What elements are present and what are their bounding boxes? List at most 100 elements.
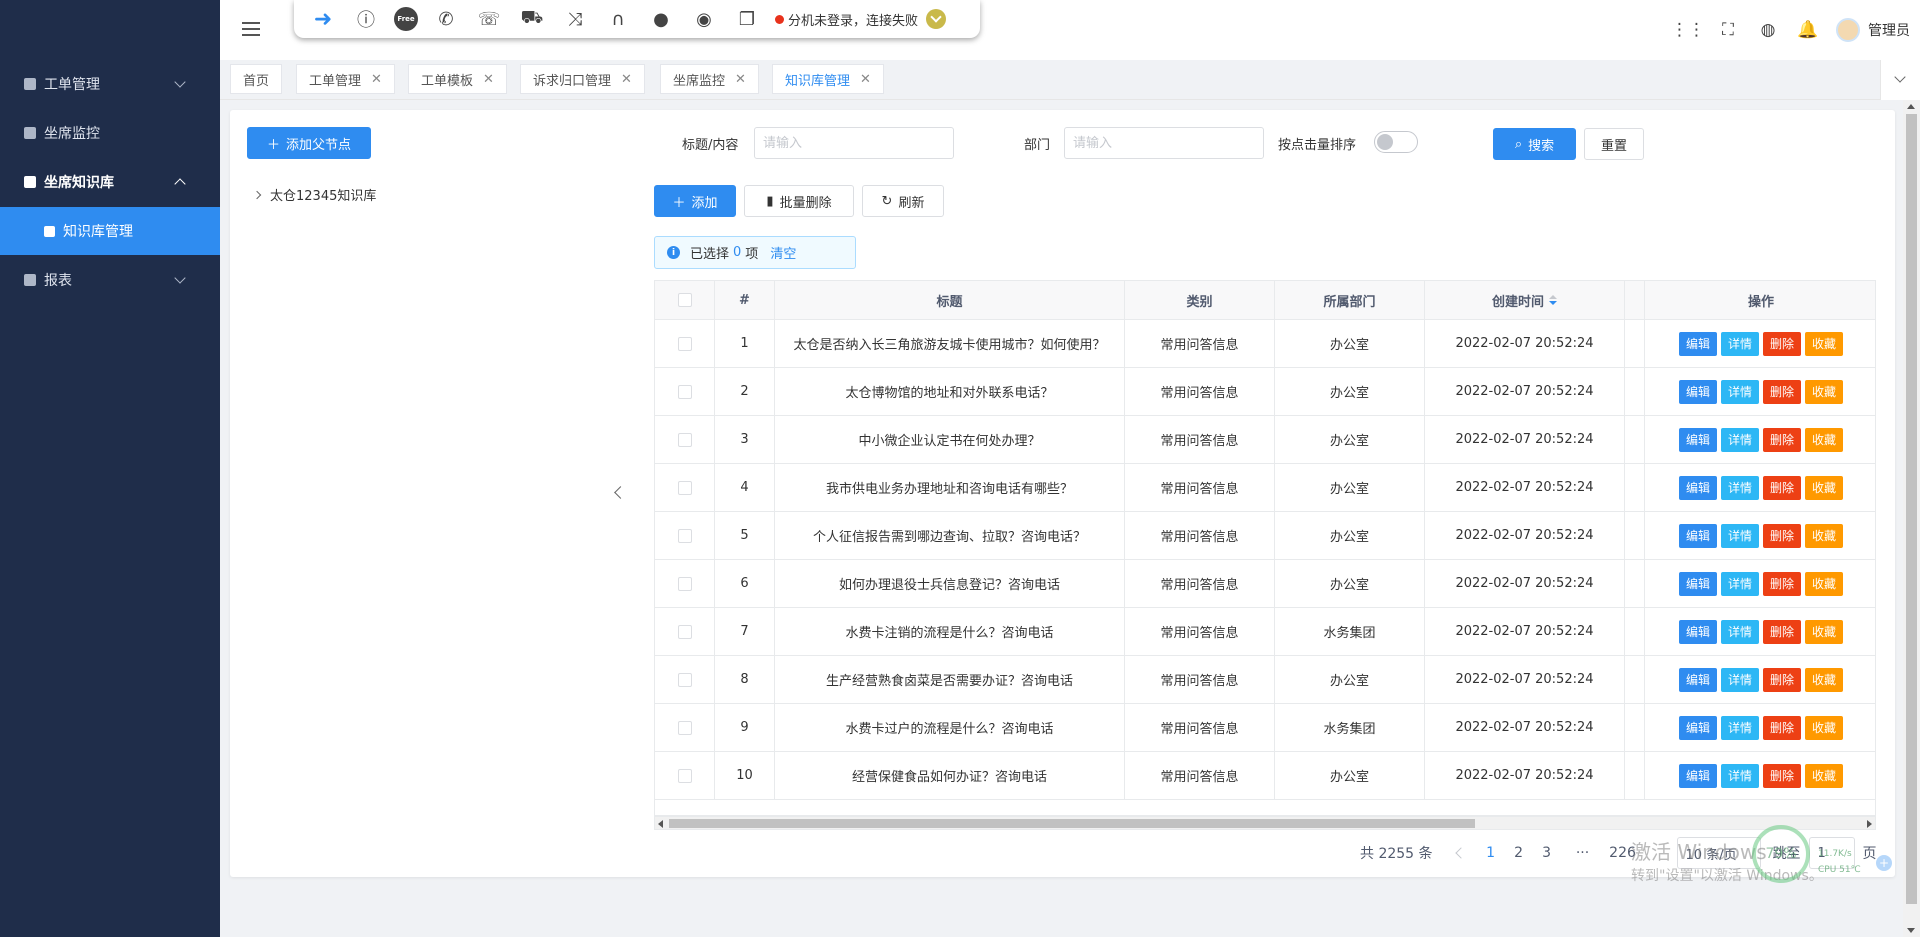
plus-icon[interactable]: + bbox=[1876, 855, 1892, 871]
detail-button[interactable]: 详情 bbox=[1720, 667, 1759, 692]
close-icon[interactable]: ✕ bbox=[621, 72, 632, 87]
edit-button[interactable]: 编辑 bbox=[1678, 523, 1717, 548]
performance-widget[interactable]: 79% bbox=[1752, 825, 1810, 883]
row-checkbox[interactable] bbox=[677, 480, 692, 495]
tab-appeal-management[interactable]: 诉求归口管理 ✕ bbox=[520, 64, 645, 94]
scrollbar-thumb[interactable] bbox=[669, 819, 1475, 828]
menu-toggle-icon[interactable] bbox=[242, 22, 260, 38]
sort-icon[interactable] bbox=[1549, 295, 1557, 305]
detail-button[interactable]: 详情 bbox=[1720, 475, 1759, 500]
bell-icon[interactable]: 🔔 bbox=[1788, 10, 1828, 50]
favorite-button[interactable]: 收藏 bbox=[1805, 427, 1844, 452]
row-checkbox[interactable] bbox=[677, 672, 692, 687]
row-checkbox[interactable] bbox=[677, 720, 692, 735]
detail-button[interactable]: 详情 bbox=[1720, 523, 1759, 548]
search-button[interactable]: ⌕ 搜索 bbox=[1493, 128, 1576, 160]
close-icon[interactable]: ✕ bbox=[483, 72, 494, 87]
delete-button[interactable]: 删除 bbox=[1763, 571, 1802, 596]
delete-button[interactable]: 删除 bbox=[1763, 619, 1802, 644]
collapse-panel-icon[interactable] bbox=[614, 486, 627, 499]
edit-button[interactable]: 编辑 bbox=[1678, 667, 1717, 692]
horizontal-scrollbar[interactable] bbox=[654, 816, 1876, 830]
add-parent-node-button[interactable]: ＋ 添加父节点 bbox=[247, 127, 371, 159]
favorite-button[interactable]: 收藏 bbox=[1805, 763, 1844, 788]
sidebar-item-knowledge-management[interactable]: 知识库管理 bbox=[0, 207, 220, 255]
tab-home[interactable]: 首页 bbox=[230, 64, 283, 94]
page-1[interactable]: 1 bbox=[1477, 845, 1505, 861]
row-checkbox[interactable] bbox=[677, 384, 692, 399]
delete-button[interactable]: 删除 bbox=[1763, 667, 1802, 692]
copy-icon[interactable]: ❐ bbox=[732, 4, 762, 34]
scroll-right-icon[interactable] bbox=[1867, 820, 1872, 828]
favorite-button[interactable]: 收藏 bbox=[1805, 475, 1844, 500]
close-icon[interactable]: ✕ bbox=[860, 72, 871, 87]
row-checkbox[interactable] bbox=[677, 336, 692, 351]
header-created[interactable]: 创建时间 bbox=[1425, 281, 1625, 319]
row-checkbox[interactable] bbox=[677, 768, 692, 783]
detail-button[interactable]: 详情 bbox=[1720, 763, 1759, 788]
chevron-right-icon[interactable] bbox=[252, 190, 262, 199]
sidebar-item-knowledge-base[interactable]: 坐席知识库 bbox=[0, 158, 220, 206]
delete-button[interactable]: 删除 bbox=[1763, 475, 1802, 500]
refresh-button[interactable]: ↻ 刷新 bbox=[862, 185, 944, 217]
delete-button[interactable]: 删除 bbox=[1763, 379, 1802, 404]
favorite-button[interactable]: 收藏 bbox=[1805, 571, 1844, 596]
favorite-button[interactable]: 收藏 bbox=[1805, 379, 1844, 404]
favorite-button[interactable]: 收藏 bbox=[1805, 619, 1844, 644]
avatar[interactable] bbox=[1836, 18, 1860, 42]
detail-button[interactable]: 详情 bbox=[1720, 331, 1759, 356]
scroll-up-icon[interactable] bbox=[1907, 104, 1915, 109]
batch-delete-button[interactable]: ▮ 批量删除 bbox=[744, 185, 854, 217]
close-icon[interactable]: ✕ bbox=[735, 72, 746, 87]
fullscreen-icon[interactable]: ⛶ bbox=[1708, 10, 1748, 50]
sidebar-item-reports[interactable]: 报表 bbox=[0, 256, 220, 304]
tab-ticket-management[interactable]: 工单管理 ✕ bbox=[296, 64, 395, 94]
end-call-icon[interactable]: ◉ bbox=[689, 4, 719, 34]
page-2[interactable]: 2 bbox=[1505, 845, 1533, 861]
page-3[interactable]: 3 bbox=[1533, 845, 1561, 861]
edit-button[interactable]: 编辑 bbox=[1678, 619, 1717, 644]
title-search-input[interactable] bbox=[754, 127, 954, 159]
scroll-down-icon[interactable] bbox=[1907, 928, 1915, 933]
phone-icon[interactable]: ✆ bbox=[431, 4, 461, 34]
login-icon[interactable]: ➜ bbox=[308, 4, 338, 34]
edit-button[interactable]: 编辑 bbox=[1678, 763, 1717, 788]
delete-button[interactable]: 删除 bbox=[1763, 715, 1802, 740]
chat-icon[interactable]: ● bbox=[646, 4, 676, 34]
globe-icon[interactable]: ◍ bbox=[1748, 10, 1788, 50]
page-ellipsis[interactable]: ··· bbox=[1569, 845, 1597, 861]
tab-knowledge-management[interactable]: 知识库管理 ✕ bbox=[772, 64, 884, 94]
favorite-button[interactable]: 收藏 bbox=[1805, 523, 1844, 548]
sidebar-item-ticket-management[interactable]: 工单管理 bbox=[0, 60, 220, 108]
edit-button[interactable]: 编辑 bbox=[1678, 427, 1717, 452]
detail-button[interactable]: 详情 bbox=[1720, 571, 1759, 596]
info-icon[interactable]: ⓘ bbox=[351, 4, 381, 34]
vertical-scrollbar[interactable] bbox=[1903, 100, 1920, 937]
detail-button[interactable]: 详情 bbox=[1720, 619, 1759, 644]
reset-button[interactable]: 重置 bbox=[1584, 128, 1644, 160]
chevron-down-icon[interactable] bbox=[926, 9, 947, 29]
favorite-button[interactable]: 收藏 bbox=[1805, 715, 1844, 740]
edit-button[interactable]: 编辑 bbox=[1678, 331, 1717, 356]
sort-by-clicks-toggle[interactable] bbox=[1374, 131, 1418, 153]
row-checkbox[interactable] bbox=[677, 576, 692, 591]
detail-button[interactable]: 详情 bbox=[1720, 427, 1759, 452]
tree-root-node[interactable]: 太仓12345知识库 bbox=[252, 185, 376, 204]
car-icon[interactable]: ⛟ bbox=[517, 4, 547, 34]
headset-icon[interactable]: ∩ bbox=[603, 4, 633, 34]
row-checkbox[interactable] bbox=[677, 432, 692, 447]
edit-button[interactable]: 编辑 bbox=[1678, 715, 1717, 740]
add-button[interactable]: ＋ 添加 bbox=[654, 185, 736, 217]
tab-more-button[interactable] bbox=[1880, 60, 1920, 100]
dept-search-input[interactable] bbox=[1064, 127, 1264, 159]
scrollbar-thumb[interactable] bbox=[1906, 114, 1917, 904]
delete-button[interactable]: 删除 bbox=[1763, 331, 1802, 356]
detail-button[interactable]: 详情 bbox=[1720, 715, 1759, 740]
delete-button[interactable]: 删除 bbox=[1763, 427, 1802, 452]
edit-button[interactable]: 编辑 bbox=[1678, 475, 1717, 500]
transfer-icon[interactable]: ⤨ bbox=[560, 4, 590, 34]
close-icon[interactable]: ✕ bbox=[371, 72, 382, 87]
delete-button[interactable]: 删除 bbox=[1763, 763, 1802, 788]
favorite-button[interactable]: 收藏 bbox=[1805, 667, 1844, 692]
tab-agent-monitor[interactable]: 坐席监控 ✕ bbox=[660, 64, 759, 94]
